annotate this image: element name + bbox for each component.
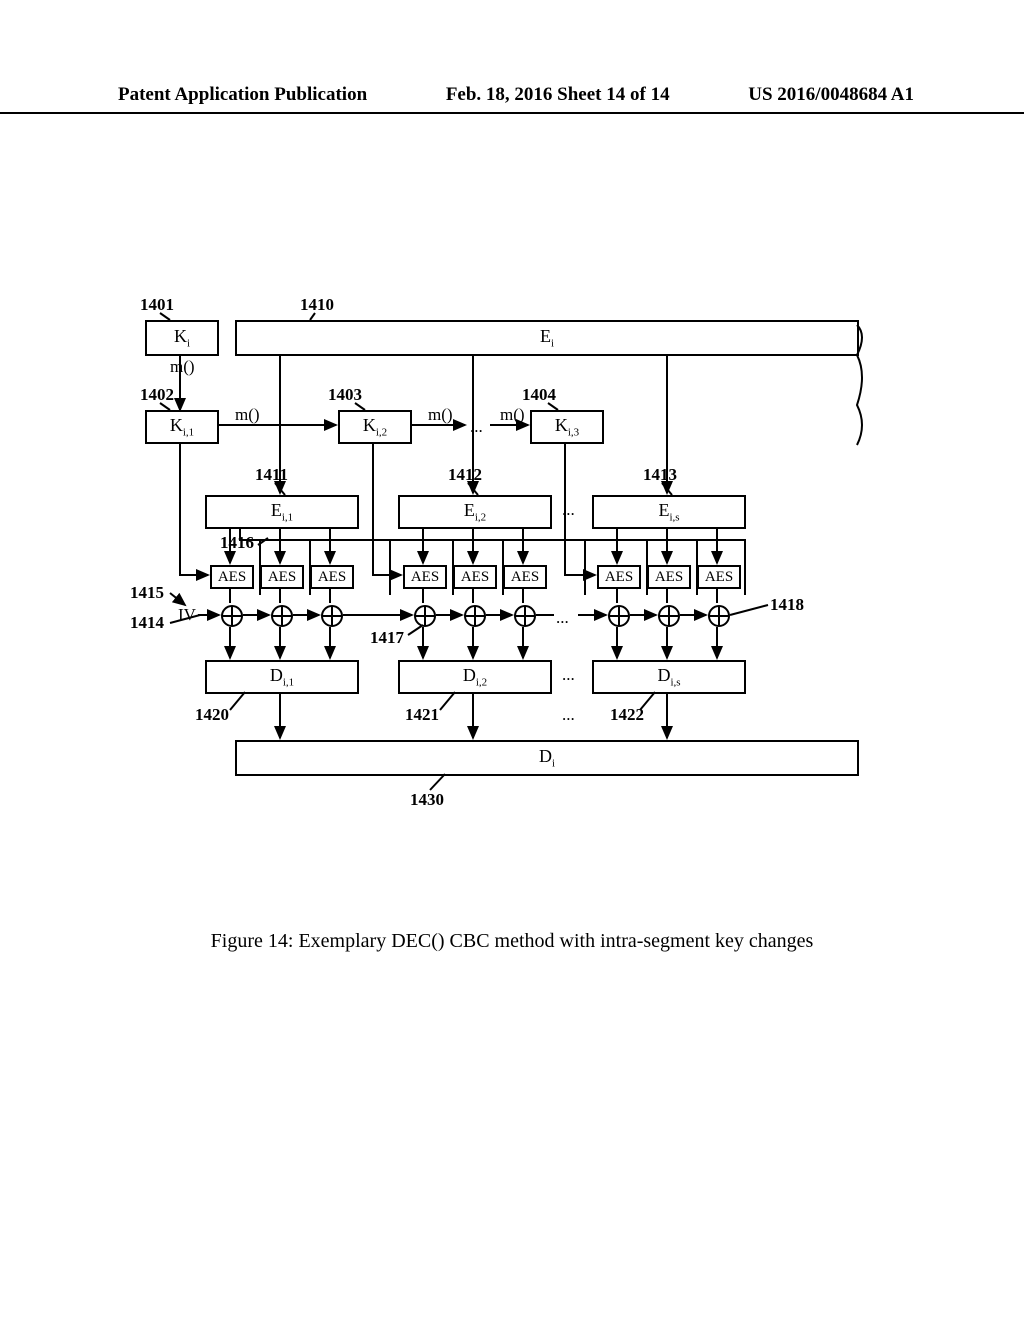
aes-s-1: AES	[597, 565, 641, 589]
aes-2-1: AES	[403, 565, 447, 589]
label-m-3: m()	[500, 405, 525, 425]
label-1403: 1403	[328, 385, 362, 405]
label-m-1: m()	[235, 405, 260, 425]
label-1421: 1421	[405, 705, 439, 725]
aes-2-3: AES	[503, 565, 547, 589]
box-dis: Di,s	[592, 660, 746, 694]
label-1402: 1402	[140, 385, 174, 405]
page: Patent Application Publication Feb. 18, …	[0, 0, 1024, 1320]
xor-s-3	[708, 605, 730, 627]
text-ki1: Ki,1	[170, 415, 194, 439]
header-rule	[0, 112, 1024, 114]
box-ki1: Ki,1	[145, 410, 219, 444]
box-ei1: Ei,1	[205, 495, 359, 529]
label-1410: 1410	[300, 295, 334, 315]
label-1417: 1417	[370, 628, 404, 648]
label-1401: 1401	[140, 295, 174, 315]
xor-s-1	[608, 605, 630, 627]
dots-e: ...	[562, 500, 575, 520]
text-di: Di	[539, 746, 555, 770]
label-1422: 1422	[610, 705, 644, 725]
label-m-2: m()	[428, 405, 453, 425]
label-1416: 1416	[220, 533, 254, 553]
text-ki: Ki	[174, 326, 190, 350]
label-1413: 1413	[643, 465, 677, 485]
text-ki3: Ki,3	[555, 415, 579, 439]
dots-xor: ...	[556, 608, 569, 628]
aes-1-3: AES	[310, 565, 354, 589]
label-1411: 1411	[255, 465, 288, 485]
label-m-ki: m()	[170, 357, 195, 377]
text-dis: Di,s	[657, 665, 680, 689]
xor-1-2	[271, 605, 293, 627]
text-ei2: Ei,2	[464, 500, 486, 524]
label-1412: 1412	[448, 465, 482, 485]
dots-k: ...	[470, 417, 483, 437]
text-ei1: Ei,1	[271, 500, 293, 524]
box-ei: Ei	[235, 320, 859, 356]
box-di1: Di,1	[205, 660, 359, 694]
xor-2-2	[464, 605, 486, 627]
aes-1-1: AES	[210, 565, 254, 589]
label-1418: 1418	[770, 595, 804, 615]
box-ki2: Ki,2	[338, 410, 412, 444]
label-1430: 1430	[410, 790, 444, 810]
xor-2-1	[414, 605, 436, 627]
box-di2: Di,2	[398, 660, 552, 694]
header-right: US 2016/0048684 A1	[748, 84, 914, 106]
box-ki: Ki	[145, 320, 219, 356]
header-center: Feb. 18, 2016 Sheet 14 of 14	[446, 84, 670, 106]
text-ki2: Ki,2	[363, 415, 387, 439]
box-ki3: Ki,3	[530, 410, 604, 444]
box-eis: Ei,s	[592, 495, 746, 529]
figure-caption: Figure 14: Exemplary DEC() CBC method wi…	[0, 930, 1024, 953]
label-iv: IV	[178, 605, 196, 625]
text-ei: Ei	[540, 326, 554, 350]
dots-dlabel: ...	[562, 705, 575, 725]
xor-1-1	[221, 605, 243, 627]
text-di1: Di,1	[270, 665, 294, 689]
label-1414: 1414	[130, 613, 164, 633]
text-di2: Di,2	[463, 665, 487, 689]
xor-s-2	[658, 605, 680, 627]
diagram: 1401 1410 Ki Ei m() 1402 1403 1404 Ki,1 …	[130, 295, 890, 835]
aes-2-2: AES	[453, 565, 497, 589]
aes-s-2: AES	[647, 565, 691, 589]
aes-s-3: AES	[697, 565, 741, 589]
aes-1-2: AES	[260, 565, 304, 589]
box-ei2: Ei,2	[398, 495, 552, 529]
box-di: Di	[235, 740, 859, 776]
text-eis: Ei,s	[658, 500, 679, 524]
xor-2-3	[514, 605, 536, 627]
label-1420: 1420	[195, 705, 229, 725]
header-left: Patent Application Publication	[118, 84, 367, 106]
dots-d: ...	[562, 665, 575, 685]
page-header: Patent Application Publication Feb. 18, …	[0, 84, 1024, 106]
label-1404: 1404	[522, 385, 556, 405]
xor-1-3	[321, 605, 343, 627]
label-1415: 1415	[130, 583, 164, 603]
